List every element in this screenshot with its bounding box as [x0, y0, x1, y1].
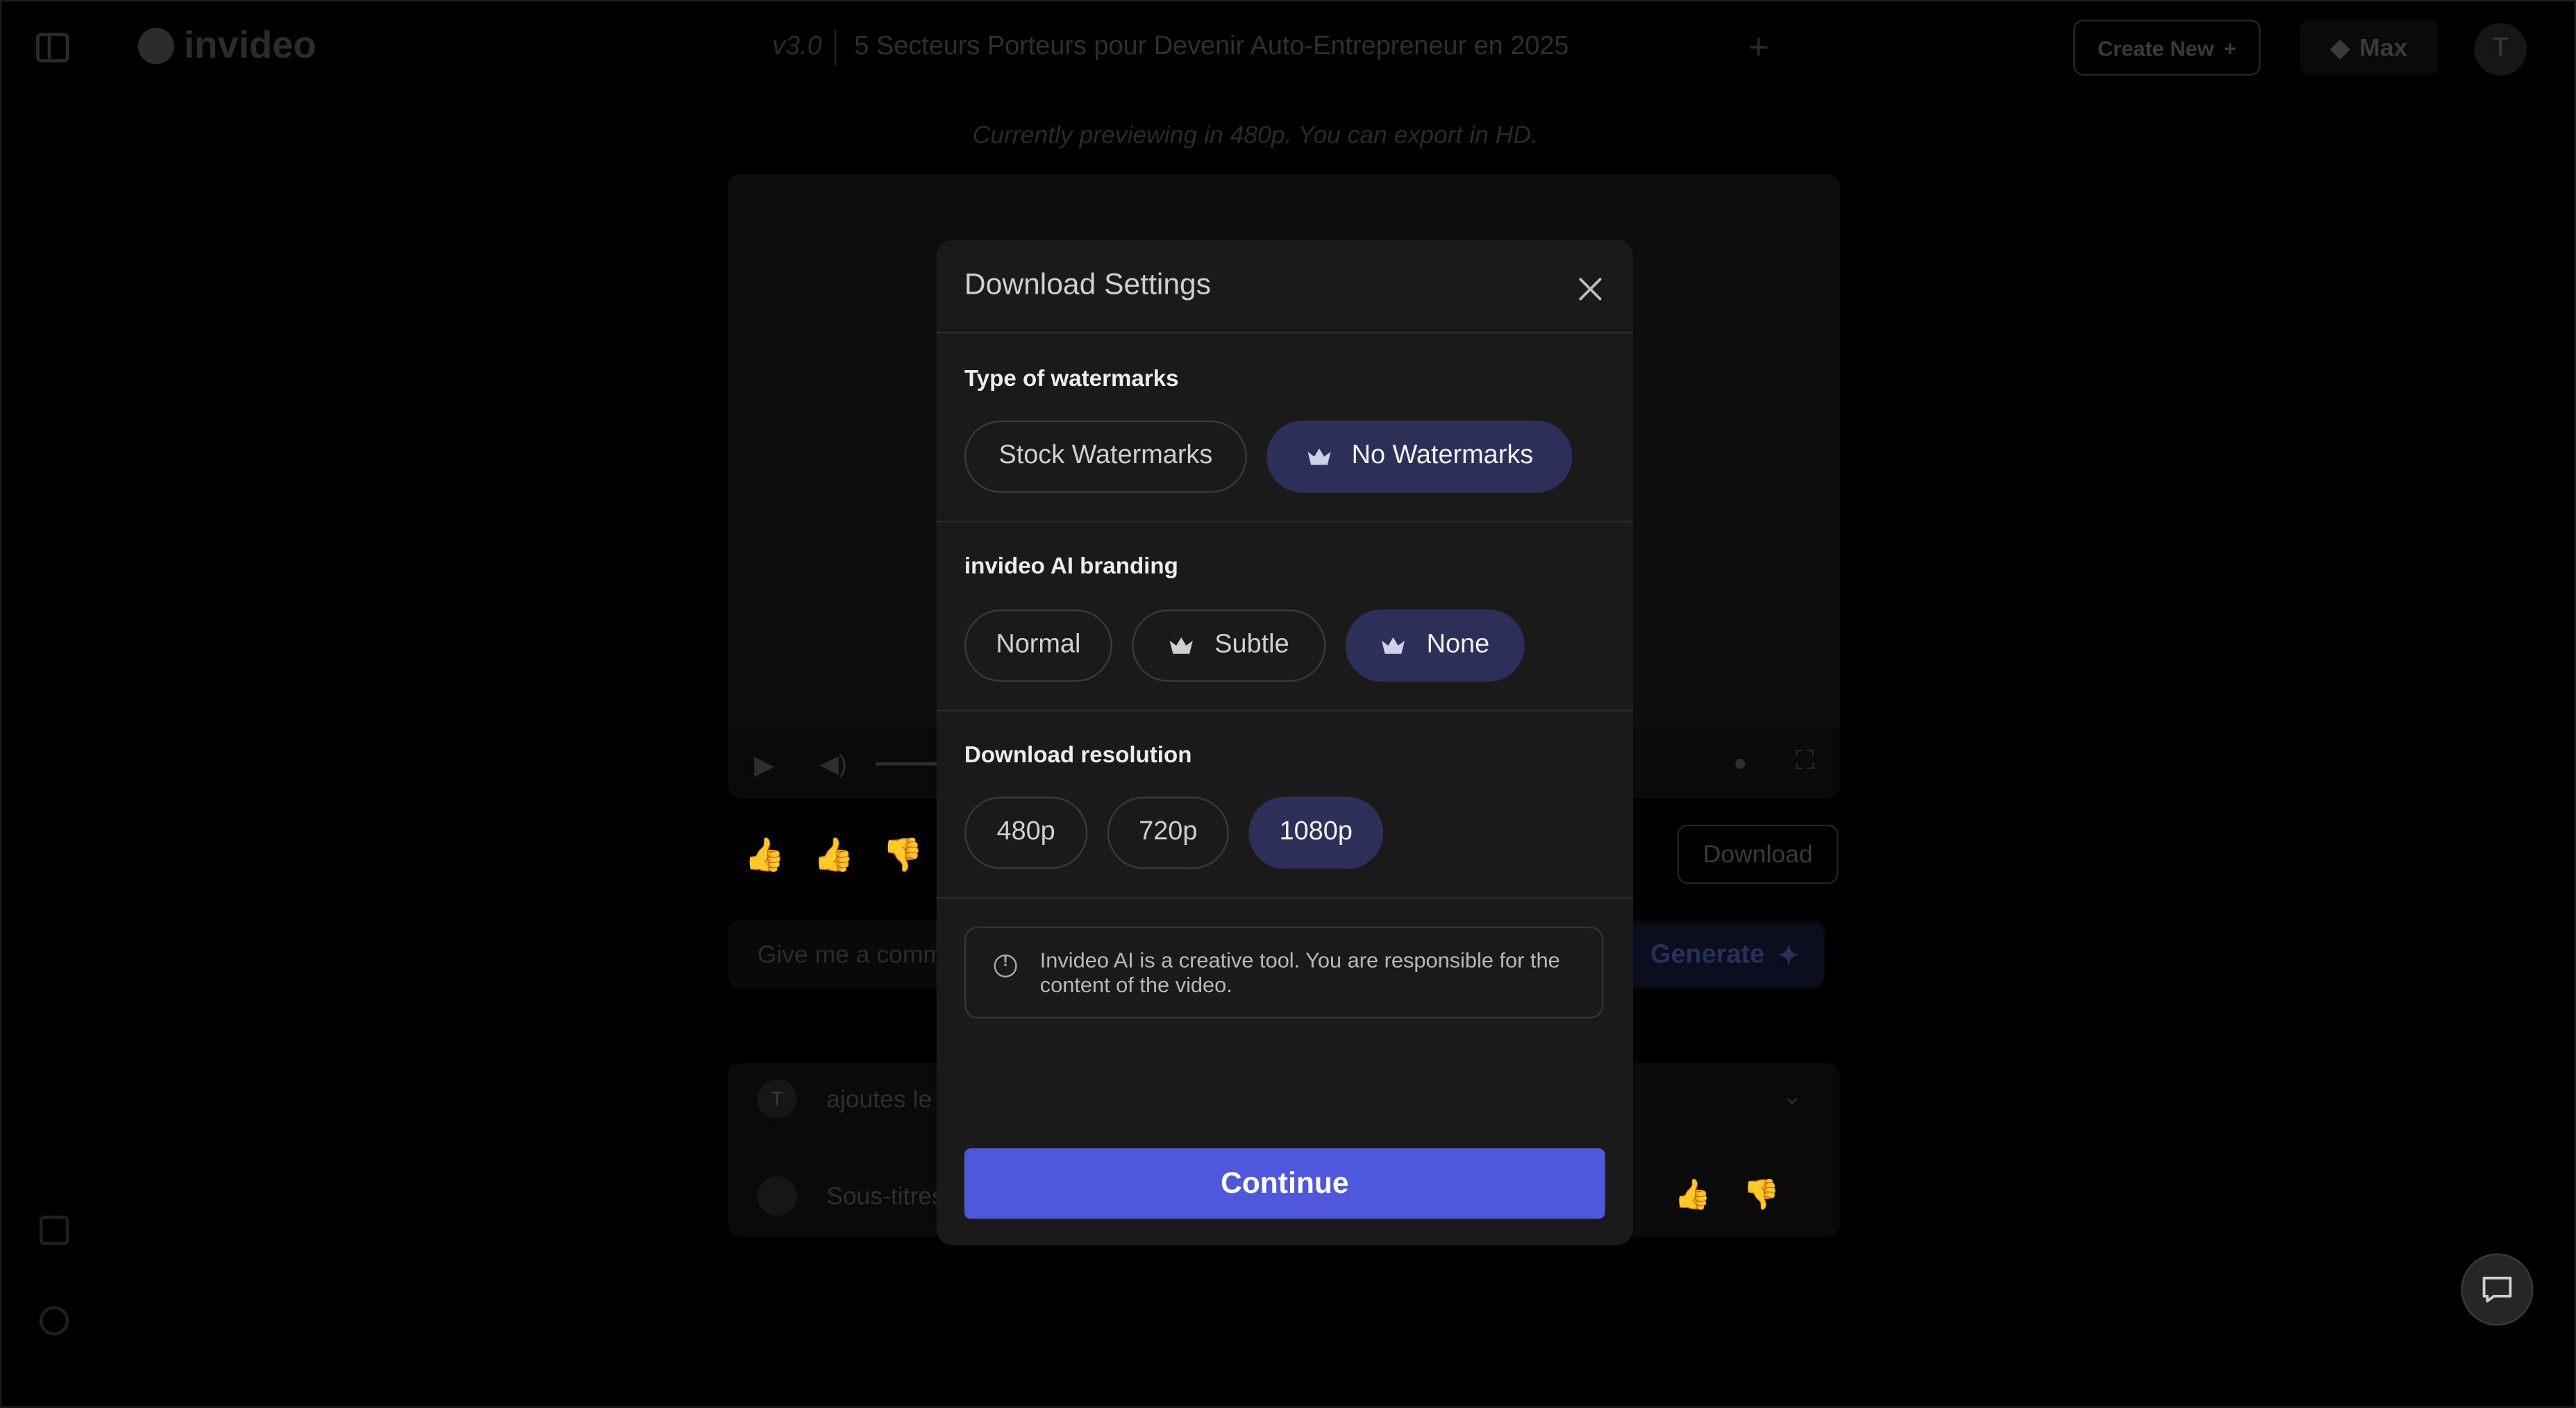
option-label: 480p [996, 818, 1055, 846]
generate-label: Generate [1650, 940, 1765, 969]
chevron-down-icon[interactable]: ⌄ [1782, 1082, 1802, 1110]
volume-slider[interactable] [876, 762, 942, 766]
continue-button[interactable]: Continue [964, 1148, 1605, 1219]
branding-none-option[interactable]: None [1345, 609, 1525, 682]
chat-item[interactable]: T ajoutes le [757, 1079, 932, 1119]
diamond-icon: ◆ [2330, 34, 2350, 62]
resolution-480p-option[interactable]: 480p [964, 796, 1088, 869]
invideo-logo[interactable]: invideo [137, 23, 317, 67]
quality-icon[interactable]: ● [1733, 749, 1747, 776]
plus-icon: + [2223, 35, 2236, 60]
watermarks-label: Type of watermarks [964, 364, 1179, 392]
chat-item[interactable]: Sous-titres [757, 1176, 944, 1216]
responsibility-notice: Invideo AI is a creative tool. You are r… [964, 926, 1604, 1019]
resolution-720p-option[interactable]: 720p [1107, 796, 1229, 869]
branding-subtle-option[interactable]: Subtle [1132, 609, 1326, 682]
resolution-label: Download resolution [964, 741, 1192, 767]
create-new-label: Create New [2098, 35, 2214, 60]
option-label: No Watermarks [1351, 442, 1534, 470]
chat-text: Sous-titres [826, 1182, 944, 1210]
plus-icon[interactable]: + [1748, 28, 1769, 65]
branding-normal-option[interactable]: Normal [964, 609, 1112, 682]
volume-icon[interactable]: ◀) [820, 749, 847, 778]
no-watermarks-option[interactable]: No Watermarks [1266, 420, 1573, 493]
support-chat-button[interactable] [2461, 1253, 2534, 1326]
brand-name: invideo [184, 23, 317, 66]
chat-avatar: T [757, 1079, 797, 1119]
info-icon [994, 953, 1017, 978]
crown-icon [1170, 637, 1194, 654]
invideo-bot-icon [757, 1176, 797, 1216]
branding-label: invideo AI branding [964, 552, 1178, 578]
crown-icon [1382, 637, 1405, 654]
chat-bubble-icon [2482, 1276, 2512, 1302]
option-label: Normal [996, 630, 1081, 659]
close-icon[interactable] [1574, 273, 1607, 305]
option-label: 720p [1139, 818, 1198, 846]
project-title[interactable]: 5 Secteurs Porteurs pour Devenir Auto-En… [854, 33, 1569, 62]
history-icon[interactable] [39, 1306, 69, 1336]
thumbs-up-double-icon[interactable]: 👍 [744, 835, 785, 875]
thumbs-up-icon[interactable]: 👍 [813, 835, 854, 875]
plan-button[interactable]: ◆ Max [2300, 19, 2439, 76]
thumbs-down-icon[interactable]: 👎 [883, 835, 923, 875]
thumbs-down-icon[interactable]: 👎 [1743, 1177, 1780, 1212]
divider [936, 710, 1633, 712]
stock-watermarks-option[interactable]: Stock Watermarks [964, 420, 1247, 493]
option-label: None [1426, 630, 1490, 659]
sparkle-icon: ✦ [1778, 941, 1800, 971]
divider [936, 331, 1633, 334]
crown-icon [1307, 448, 1330, 465]
title-divider [834, 29, 837, 66]
plan-label: Max [2359, 33, 2408, 62]
user-avatar[interactable]: T [2474, 23, 2527, 76]
version-label: v3.0 [772, 33, 822, 61]
generate-button[interactable]: Generate ✦ [1626, 925, 1824, 986]
apps-icon[interactable] [39, 1215, 69, 1246]
preview-note: Currently previewing in 480p. You can ex… [972, 121, 1538, 150]
chat-text: ajoutes le [826, 1084, 932, 1114]
invideo-logo-icon [137, 27, 174, 64]
fullscreen-icon[interactable]: ⛶ [1796, 748, 1814, 778]
dialog-title: Download Settings [964, 267, 1212, 301]
play-icon[interactable]: ▶ [754, 749, 774, 782]
option-label: 1080p [1279, 818, 1353, 846]
divider [936, 896, 1633, 899]
create-new-button[interactable]: Create New + [2073, 19, 2261, 76]
notice-text: Invideo AI is a creative tool. You are r… [1039, 948, 1560, 998]
thumbs-up-icon[interactable]: 👍 [1674, 1177, 1711, 1212]
download-button[interactable]: Download [1677, 824, 1839, 884]
option-label: Subtle [1214, 630, 1289, 659]
divider [936, 521, 1633, 523]
resolution-1080p-option[interactable]: 1080p [1248, 796, 1384, 869]
option-label: Stock Watermarks [998, 442, 1213, 470]
sidebar-toggle-icon[interactable] [36, 33, 69, 62]
download-settings-dialog: Download Settings Type of watermarks Sto… [936, 240, 1633, 1246]
